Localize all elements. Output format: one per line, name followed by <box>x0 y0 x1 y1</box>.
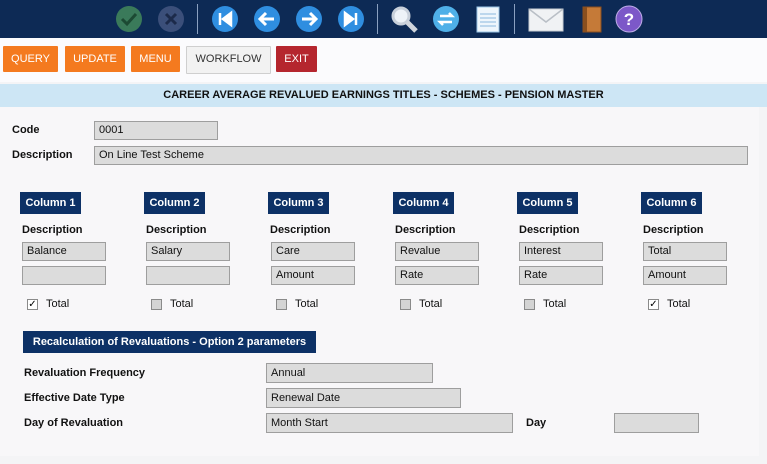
column-4-total-label: Total <box>419 298 443 310</box>
update-button[interactable]: UPDATE <box>65 46 125 72</box>
column-5-header: Column 5 <box>517 192 578 214</box>
refresh-icon[interactable] <box>431 4 461 34</box>
exit-button[interactable]: EXIT <box>276 46 317 72</box>
column-6-field-1[interactable]: Total <box>643 242 727 261</box>
column-3-total-label: Total <box>295 298 319 310</box>
column-1-field-1[interactable]: Balance <box>22 242 106 261</box>
column-4-field-1[interactable]: Revalue <box>395 242 479 261</box>
column-4-total-checkbox[interactable] <box>400 299 411 310</box>
column-5-total-label: Total <box>543 298 567 310</box>
column-2-total-checkbox[interactable] <box>151 299 162 310</box>
svg-text:?: ? <box>624 10 634 29</box>
mail-icon[interactable] <box>527 4 565 34</box>
toolbar-separator <box>197 4 198 34</box>
column-6-description-label: Description <box>643 224 704 236</box>
column-4-description-label: Description <box>395 224 456 236</box>
description-field[interactable]: On Line Test Scheme <box>94 146 748 165</box>
revaluation-frequency-field[interactable]: Annual <box>266 363 433 383</box>
help-icon[interactable]: ? <box>614 4 644 34</box>
page-title: CAREER AVERAGE REVALUED EARNINGS TITLES … <box>0 84 767 107</box>
recalculation-header: Recalculation of Revaluations - Option 2… <box>23 331 316 353</box>
column-5-field-2[interactable]: Rate <box>519 266 603 285</box>
notes-icon[interactable] <box>473 4 503 34</box>
previous-record-icon[interactable] <box>252 4 282 34</box>
workflow-button[interactable]: WORKFLOW <box>186 46 271 74</box>
column-2-header: Column 2 <box>144 192 205 214</box>
column-6-total-label: Total <box>667 298 691 310</box>
description-label: Description <box>12 149 73 161</box>
effective-date-type-field[interactable]: Renewal Date <box>266 388 461 408</box>
column-4-field-2[interactable]: Rate <box>395 266 479 285</box>
toolbar: ? <box>0 0 767 38</box>
column-1-header: Column 1 <box>20 192 81 214</box>
action-bar: QUERY UPDATE MENU WORKFLOW EXIT <box>0 38 767 82</box>
revaluation-frequency-label: Revaluation Frequency <box>24 367 146 379</box>
toolbar-separator <box>377 4 378 34</box>
next-record-icon[interactable] <box>294 4 324 34</box>
toolbar-separator <box>514 4 515 34</box>
column-2-field-1[interactable]: Salary <box>146 242 230 261</box>
book-icon[interactable] <box>577 4 607 34</box>
column-1-description-label: Description <box>22 224 83 236</box>
column-5-total-checkbox[interactable] <box>524 299 535 310</box>
effective-date-type-label: Effective Date Type <box>24 392 125 404</box>
column-3-description-label: Description <box>270 224 331 236</box>
day-label: Day <box>526 417 547 429</box>
first-record-icon[interactable] <box>210 4 240 34</box>
column-5-description-label: Description <box>519 224 580 236</box>
column-3-field-1[interactable]: Care <box>271 242 355 261</box>
cancel-icon[interactable] <box>156 4 186 34</box>
column-4-header: Column 4 <box>393 192 454 214</box>
day-of-revaluation-field[interactable]: Month Start <box>266 413 513 433</box>
day-field[interactable] <box>614 413 699 433</box>
menu-button[interactable]: MENU <box>131 46 180 72</box>
code-field[interactable]: 0001 <box>94 121 218 140</box>
column-6-header: Column 6 <box>641 192 702 214</box>
column-2-field-2[interactable] <box>146 266 230 285</box>
last-record-icon[interactable] <box>336 4 366 34</box>
column-1-field-2[interactable] <box>22 266 106 285</box>
column-3-total-checkbox[interactable] <box>276 299 287 310</box>
query-button[interactable]: QUERY <box>3 46 58 72</box>
column-3-field-2[interactable]: Amount <box>271 266 355 285</box>
column-3-header: Column 3 <box>268 192 329 214</box>
check-icon[interactable] <box>114 4 144 34</box>
column-5-field-1[interactable]: Interest <box>519 242 603 261</box>
column-1-total-label: Total <box>46 298 70 310</box>
column-1-total-checkbox[interactable]: ✓ <box>27 299 38 310</box>
day-of-revaluation-label: Day of Revaluation <box>24 417 124 429</box>
search-icon[interactable] <box>389 4 419 34</box>
code-label: Code <box>12 124 40 136</box>
column-2-description-label: Description <box>146 224 207 236</box>
column-6-total-checkbox[interactable]: ✓ <box>648 299 659 310</box>
column-2-total-label: Total <box>170 298 194 310</box>
column-6-field-2[interactable]: Amount <box>643 266 727 285</box>
